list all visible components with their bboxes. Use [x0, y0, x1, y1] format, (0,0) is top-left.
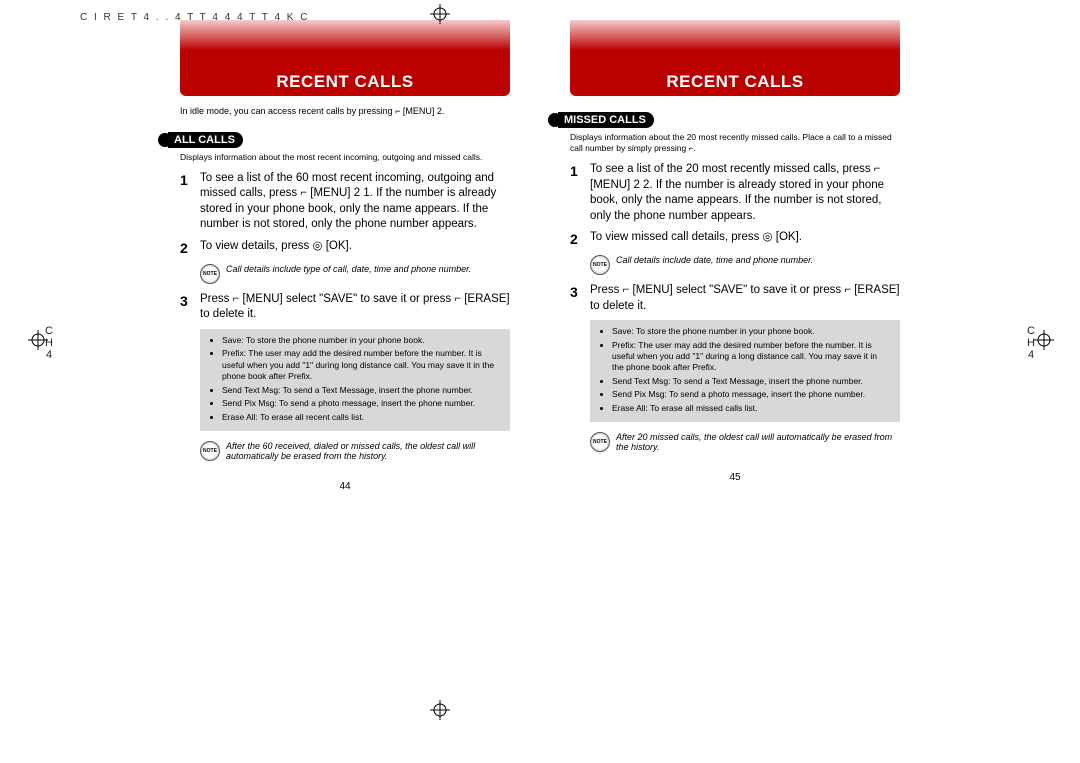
- note-2: NOTE After the 60 received, dialed or mi…: [200, 441, 510, 461]
- note-icon: NOTE: [590, 255, 610, 275]
- section-missed-calls: MISSED CALLS: [558, 112, 654, 128]
- info-box: Save: To store the phone number in your …: [590, 320, 900, 422]
- step-number: 1: [570, 162, 590, 224]
- note-icon: NOTE: [200, 441, 220, 461]
- box-item: Send Pix Msg: To send a photo message, i…: [222, 398, 500, 409]
- note-text: After the 60 received, dialed or missed …: [226, 441, 510, 461]
- step-1: 1 To see a list of the 20 most recently …: [570, 162, 900, 224]
- box-item: Send Text Msg: To send a Text Message, i…: [222, 385, 500, 396]
- info-box: Save: To store the phone number in your …: [200, 329, 510, 431]
- box-item: Prefix: The user may add the desired num…: [612, 340, 890, 374]
- step-text: Press ⌐ [MENU] select "SAVE" to save it …: [200, 292, 510, 323]
- section-subtitle: Displays information about the most rece…: [180, 152, 510, 163]
- section-all-calls: ALL CALLS: [168, 132, 243, 148]
- step-2: 2 To view details, press ◎ [OK].: [180, 239, 510, 258]
- page-number: 45: [550, 472, 920, 483]
- page-title: RECENT CALLS: [180, 20, 510, 96]
- note-text: Call details include date, time and phon…: [616, 255, 813, 265]
- note-2: NOTE After 20 missed calls, the oldest c…: [590, 432, 900, 452]
- step-number: 3: [180, 292, 200, 323]
- step-2: 2 To view missed call details, press ◎ […: [570, 230, 900, 249]
- box-item: Save: To store the phone number in your …: [222, 335, 500, 346]
- step-number: 2: [180, 239, 200, 258]
- page-44: RECENT CALLS In idle mode, you can acces…: [150, 0, 540, 492]
- box-item: Save: To store the phone number in your …: [612, 326, 890, 337]
- box-item: Send Text Msg: To send a Text Message, i…: [612, 376, 890, 387]
- step-1: 1 To see a list of the 60 most recent in…: [180, 171, 510, 233]
- page-number: 44: [160, 481, 530, 492]
- note-text: After 20 missed calls, the oldest call w…: [616, 432, 900, 452]
- box-item: Send Pix Msg: To send a photo message, i…: [612, 389, 890, 400]
- step-text: To view missed call details, press ◎ [OK…: [590, 230, 900, 249]
- box-item: Erase All: To erase all missed calls lis…: [612, 403, 890, 414]
- note-text: Call details include type of call, date,…: [226, 264, 471, 274]
- page-45: RECENT CALLS MISSED CALLS Displays infor…: [540, 0, 930, 492]
- step-number: 1: [180, 171, 200, 233]
- section-subtitle: Displays information about the 20 most r…: [570, 132, 900, 154]
- box-item: Prefix: The user may add the desired num…: [222, 348, 500, 382]
- step-text: Press ⌐ [MENU] select "SAVE" to save it …: [590, 283, 900, 314]
- chapter-tab-right: C H 4: [1022, 325, 1040, 361]
- page-title: RECENT CALLS: [570, 20, 900, 96]
- box-item: Erase All: To erase all recent calls lis…: [222, 412, 500, 423]
- step-number: 2: [570, 230, 590, 249]
- step-3: 3 Press ⌐ [MENU] select "SAVE" to save i…: [180, 292, 510, 323]
- note-1: NOTE Call details include type of call, …: [200, 264, 510, 284]
- chapter-tab-left: C H 4: [40, 325, 58, 361]
- note-1: NOTE Call details include date, time and…: [590, 255, 900, 275]
- step-3: 3 Press ⌐ [MENU] select "SAVE" to save i…: [570, 283, 900, 314]
- note-icon: NOTE: [200, 264, 220, 284]
- step-text: To see a list of the 60 most recent inco…: [200, 171, 510, 233]
- step-text: To see a list of the 20 most recently mi…: [590, 162, 900, 224]
- note-icon: NOTE: [590, 432, 610, 452]
- intro-text: In idle mode, you can access recent call…: [180, 106, 510, 118]
- step-text: To view details, press ◎ [OK].: [200, 239, 510, 258]
- step-number: 3: [570, 283, 590, 314]
